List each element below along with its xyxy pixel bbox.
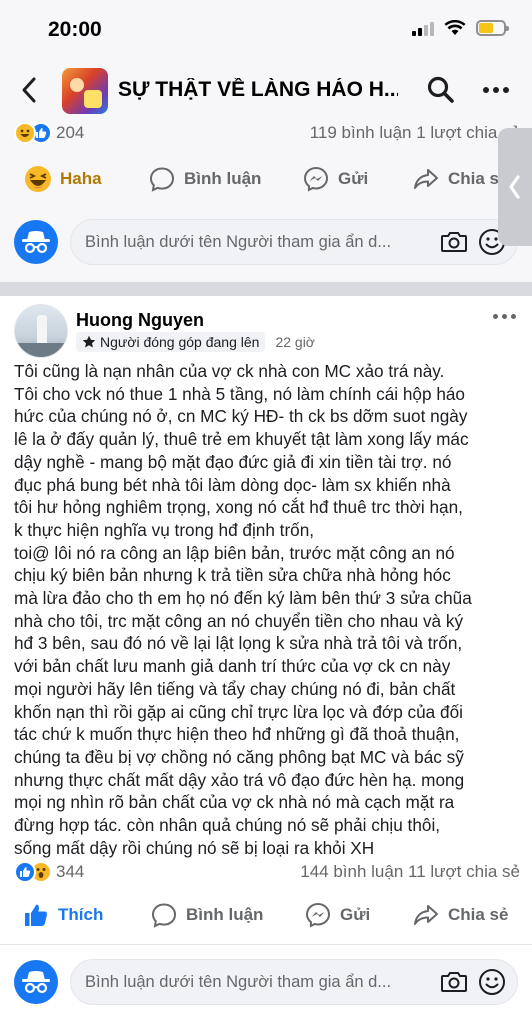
share-button[interactable]: Chia sẻ (412, 901, 508, 929)
comment-button[interactable]: Bình luận (150, 901, 263, 929)
comments-shares-count[interactable]: 144 bình luận 11 lượt chia sẻ (300, 862, 520, 882)
anonymous-avatar-icon[interactable] (14, 960, 58, 1004)
share-button[interactable]: Chia sẻ (412, 165, 508, 193)
send-label: Gửi (338, 169, 369, 188)
post-line: sống mất dậy rồi chúng nó sẽ bị loại ra … (14, 837, 375, 858)
comment-button[interactable]: Bình luận (148, 165, 261, 193)
status-icons (412, 20, 509, 36)
post-divider (0, 282, 532, 296)
more-dots-icon (483, 87, 489, 93)
post-line: chúng ta đều bị vợ chồng nó căng phông b… (14, 746, 464, 767)
post-line: hức của chúng nó ở, cn MC ký HĐ- th ck b… (14, 406, 468, 427)
reaction-icons[interactable] (14, 861, 52, 883)
author-name[interactable]: Huong Nguyen (76, 310, 204, 331)
sidebar-pull-tab[interactable] (498, 128, 532, 246)
comment-bubble-icon (148, 165, 176, 193)
chevron-left-icon (22, 77, 36, 103)
post-line: toi@ lôi nó ra công an lập biên bản, trư… (14, 542, 455, 563)
reaction-count[interactable]: 204 (56, 123, 84, 143)
comment-bubble-icon (150, 901, 178, 929)
post-options-button[interactable] (493, 314, 516, 319)
camera-icon[interactable] (439, 967, 469, 997)
back-button[interactable] (16, 74, 44, 106)
send-button[interactable]: Gửi (302, 165, 368, 193)
send-button[interactable]: Gửi (304, 901, 370, 929)
post-line: mà lừa đảo cho th em họ nó đến ký làm bê… (14, 588, 472, 609)
search-icon (427, 76, 454, 103)
send-label: Gửi (340, 905, 371, 924)
like-label: Thích (58, 905, 104, 924)
share-label: Chia sẻ (448, 905, 509, 924)
search-button[interactable] (426, 75, 456, 105)
post-comment-composer: Bình luận dưới tên Người tham gia ẩn d..… (14, 958, 518, 1006)
status-bar: 20:00 (0, 0, 532, 60)
comment-placeholder: Bình luận dưới tên Người tham gia ẩn d..… (85, 232, 392, 251)
reaction-icons[interactable] (14, 122, 52, 144)
share-arrow-icon (412, 901, 440, 929)
share-arrow-icon (412, 165, 440, 193)
group-header: SỰ THẬT VỀ LÀNG HÁO H... (0, 60, 532, 120)
status-time: 20:00 (48, 18, 102, 41)
thumbs-up-icon (14, 861, 36, 883)
post-text: Tôi cũng là nạn nhân của vợ ck nhà con M… (14, 360, 518, 859)
messenger-icon (304, 901, 332, 929)
post-line: chịu ký biên bản nhưng k trả tiền sửa ch… (14, 565, 451, 586)
post-line: nhưng thực chất mất dậy xảo trá vô đạo đ… (14, 769, 465, 790)
haha-emoji-icon (14, 122, 36, 144)
star-badge-icon (82, 335, 96, 348)
thumbs-up-icon (22, 901, 50, 929)
smiley-icon[interactable] (477, 967, 507, 997)
more-dots-icon (493, 314, 498, 319)
haha-reaction-button[interactable]: Haha (24, 165, 102, 193)
battery-icon (476, 20, 509, 36)
post-line: khốn nạn thì rồi gặp ai cũng chỉ trực lừ… (14, 701, 463, 722)
haha-emoji-icon (24, 165, 52, 193)
post-line: mọi ng nhìn rõ bản chất của vợ ck nhà nó… (14, 792, 455, 813)
author-meta: Người đóng góp đang lên 22 giờ (76, 332, 315, 352)
post-line: hđ 3 bên, sau đó nó về lại lật lọng k sử… (14, 633, 463, 654)
post-line: k thực hiện nghĩa vụ trong hđ định trốn, (14, 519, 315, 540)
footer-divider (0, 944, 532, 945)
comment-input[interactable]: Bình luận dưới tên Người tham gia ẩn d..… (70, 959, 518, 1005)
action-bar: Haha Bình luận Gửi Chia sẻ (0, 156, 532, 202)
author-avatar[interactable] (14, 304, 68, 358)
post-line: lê la ở đấy quản lý, thuê trẻ em khuyết … (14, 429, 469, 450)
haha-label: Haha (60, 169, 102, 188)
comment-composer: Bình luận dưới tên Người tham gia ẩn d..… (14, 218, 518, 266)
like-button[interactable]: Thích (22, 901, 103, 929)
contributor-badge[interactable]: Người đóng góp đang lên (76, 332, 266, 352)
post-line: dậy nghề - mang bộ mặt đạo đức giả đi xi… (14, 451, 452, 472)
post-reaction-stats: 344 144 bình luận 11 lượt chia sẻ (14, 859, 520, 885)
comment-placeholder: Bình luận dưới tên Người tham gia ẩn d..… (85, 972, 392, 991)
reaction-count[interactable]: 344 (56, 862, 84, 882)
camera-icon[interactable] (439, 227, 469, 257)
group-title[interactable]: SỰ THẬT VỀ LÀNG HÁO H... (118, 78, 398, 102)
comments-shares-count[interactable]: 119 bình luận 1 lượt chia sẻ (310, 123, 520, 143)
post-line: đừng hợp tác. còn nhân quả chúng nó sẽ p… (14, 815, 441, 836)
post-header: Huong Nguyen Người đóng góp đang lên 22 … (14, 300, 518, 358)
post-line: Tôi cũng là nạn nhân của vợ ck nhà con M… (14, 361, 445, 381)
badge-label: Người đóng góp đang lên (100, 334, 260, 350)
post-line: nhà cho tôi, trc mặt công an nó chuyển t… (14, 610, 464, 631)
cellular-signal-icon (412, 20, 434, 36)
post-line: tôi hư hỏng nghiêm trọng, xong nó cắt hđ… (14, 497, 463, 518)
anonymous-avatar-icon[interactable] (14, 220, 58, 264)
reaction-stats: 204 119 bình luận 1 lượt chia sẻ (14, 120, 520, 146)
post-line: Tôi cho vck nó thue 1 nhà 5 tầng, nó làm… (14, 383, 465, 404)
post-line: mọi người hãy lên tiếng và tẩy chay chún… (14, 678, 456, 699)
post-action-bar: Thích Bình luận Gửi Chia sẻ (0, 892, 532, 938)
messenger-icon (302, 165, 330, 193)
comment-input[interactable]: Bình luận dưới tên Người tham gia ẩn d..… (70, 219, 518, 265)
comment-label: Bình luận (184, 169, 262, 188)
comment-label: Bình luận (186, 905, 264, 924)
group-thumbnail[interactable] (62, 68, 108, 114)
post-line: với bản chất lưu manh giả danh trí thức … (14, 656, 451, 677)
wifi-icon (444, 20, 466, 35)
post-line: đục phá bung bét nhà tôi làm dòng dọc- l… (14, 474, 451, 495)
post-line: tác chứ k muốn thực hiện theo hđ những g… (14, 724, 460, 745)
chevron-left-tab-icon (509, 175, 520, 199)
more-options-button[interactable] (478, 78, 514, 102)
previous-post-footer: 204 119 bình luận 1 lượt chia sẻ Haha Bì… (0, 120, 532, 282)
post-timestamp[interactable]: 22 giờ (275, 334, 315, 350)
